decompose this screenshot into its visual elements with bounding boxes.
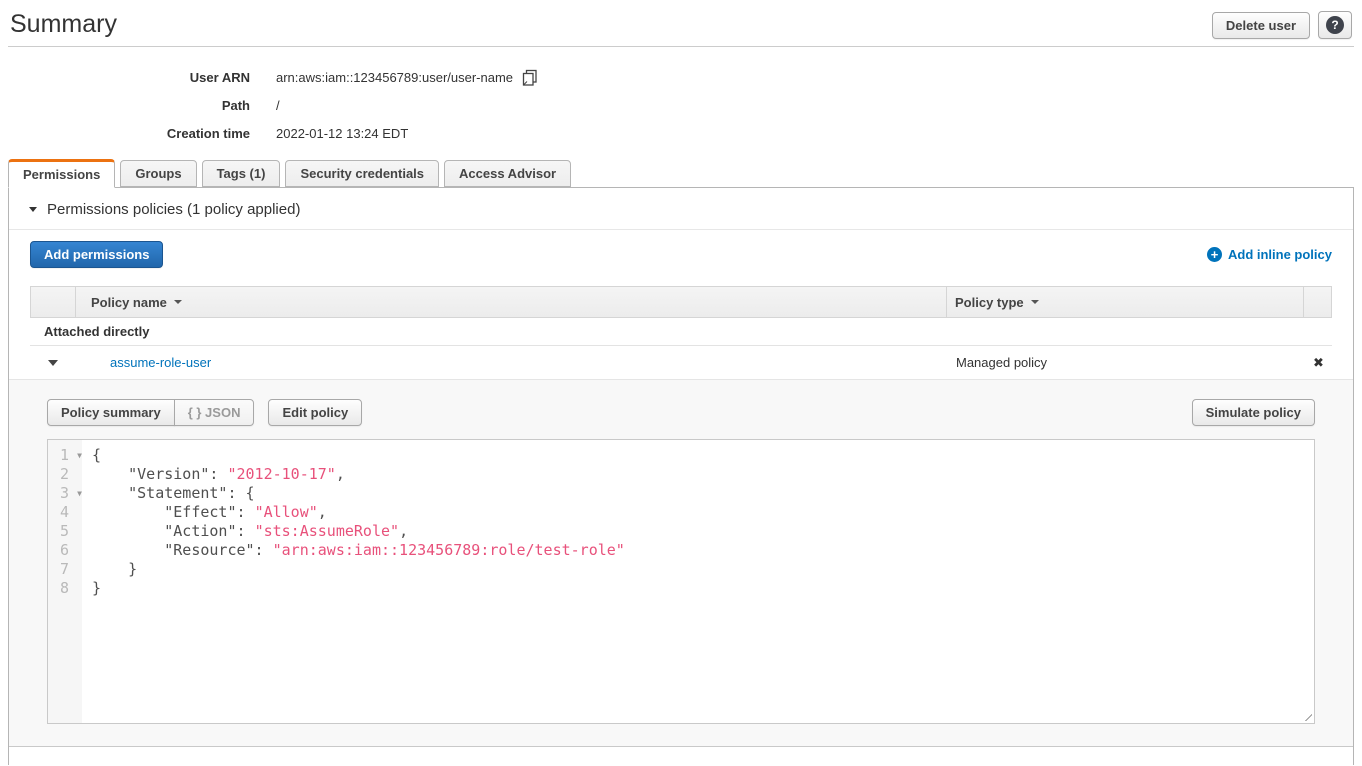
editor-line-number: 8 — [48, 579, 82, 598]
editor-line-number: 6 — [48, 541, 82, 560]
fold-toggle-icon[interactable]: ▼ — [77, 484, 82, 503]
sort-caret-icon — [174, 300, 182, 304]
editor-code-area[interactable]: { "Version": "2012-10-17", "Statement": … — [82, 440, 1314, 723]
header-actions: Delete user ? — [1212, 11, 1352, 39]
editor-line-number: 5 — [48, 522, 82, 541]
help-button[interactable]: ? — [1318, 11, 1352, 39]
add-inline-policy-link[interactable]: + Add inline policy — [1207, 247, 1332, 262]
permissions-tab-panel: Permissions policies (1 policy applied) … — [8, 187, 1354, 765]
editor-line-number: 3▼ — [48, 484, 82, 503]
creation-time-value: 2022-01-12 13:24 EDT — [276, 126, 408, 141]
editor-code-line[interactable]: "Resource": "arn:aws:iam::123456789:role… — [92, 541, 1314, 560]
policy-name-header-label: Policy name — [91, 295, 167, 310]
policy-type-value: Managed policy — [948, 355, 1305, 370]
editor-code-line[interactable]: "Effect": "Allow", — [92, 503, 1314, 522]
editor-code-line[interactable]: "Statement": { — [92, 484, 1314, 503]
user-arn-label: User ARN — [0, 70, 250, 85]
path-value: / — [276, 98, 280, 113]
editor-line-number: 4 — [48, 503, 82, 522]
tab-access-advisor[interactable]: Access Advisor — [444, 160, 571, 187]
tab-tags[interactable]: Tags (1) — [202, 160, 281, 187]
fold-toggle-icon[interactable]: ▼ — [77, 446, 82, 465]
user-details: User ARN arn:aws:iam::123456789:user/use… — [0, 63, 1362, 147]
policy-row: assume-role-user Managed policy ✖ — [30, 346, 1332, 379]
policy-type-column-header[interactable]: Policy type — [947, 287, 1304, 317]
group-header-label: Attached directly — [44, 324, 149, 339]
policy-view-button-group: Policy summary { } JSON — [47, 399, 254, 426]
tab-security-credentials[interactable]: Security credentials — [285, 160, 439, 187]
page-title: Summary — [8, 0, 119, 39]
delete-user-button[interactable]: Delete user — [1212, 12, 1310, 39]
policy-name-column-header[interactable]: Policy name — [76, 287, 947, 317]
tab-groups[interactable]: Groups — [120, 160, 196, 187]
editor-line-number: 1▼ — [48, 446, 82, 465]
path-label: Path — [0, 98, 250, 113]
editor-line-number: 7 — [48, 560, 82, 579]
editor-code-line[interactable]: "Action": "sts:AssumeRole", — [92, 522, 1314, 541]
editor-gutter: 1▼23▼45678 — [48, 440, 82, 723]
policy-summary-button[interactable]: Policy summary — [47, 399, 175, 426]
sort-caret-icon — [1031, 300, 1039, 304]
collapse-policy-icon[interactable] — [48, 360, 58, 366]
editor-code-line[interactable]: } — [92, 579, 1314, 598]
policy-name-link[interactable]: assume-role-user — [110, 355, 211, 370]
policy-type-header-label: Policy type — [955, 295, 1024, 310]
collapse-section-icon — [29, 207, 37, 212]
permissions-policies-heading: Permissions policies (1 policy applied) — [47, 201, 300, 218]
action-column-header — [1304, 287, 1331, 317]
permissions-policies-section-toggle[interactable]: Permissions policies (1 policy applied) — [9, 188, 1353, 230]
policy-table-header: Policy name Policy type — [30, 286, 1332, 318]
policy-detail-panel: Policy summary { } JSON Edit policy Simu… — [9, 379, 1353, 747]
copy-icon[interactable] — [522, 69, 538, 86]
detach-policy-icon[interactable]: ✖ — [1313, 355, 1324, 370]
json-view-button[interactable]: { } JSON — [174, 399, 255, 426]
attached-directly-group-row: Attached directly — [30, 318, 1332, 346]
editor-code-line[interactable]: { — [92, 446, 1314, 465]
policy-detail-toolbar: Policy summary { } JSON Edit policy Simu… — [47, 399, 1315, 426]
help-icon: ? — [1326, 16, 1344, 34]
policy-table: Policy name Policy type Attached directl… — [30, 286, 1332, 379]
expand-column-header — [31, 287, 76, 317]
user-arn-row: User ARN arn:aws:iam::123456789:user/use… — [0, 63, 1362, 91]
add-inline-policy-label: Add inline policy — [1228, 247, 1332, 262]
tab-permissions[interactable]: Permissions — [8, 159, 115, 188]
simulate-policy-button[interactable]: Simulate policy — [1192, 399, 1315, 426]
editor-line-number: 2 — [48, 465, 82, 484]
tab-bar: Permissions Groups Tags (1) Security cre… — [8, 159, 1362, 187]
page-header: Summary Delete user ? — [8, 0, 1354, 47]
user-arn-value: arn:aws:iam::123456789:user/user-name — [276, 70, 513, 85]
add-permissions-button[interactable]: Add permissions — [30, 241, 163, 268]
editor-code-line[interactable]: "Version": "2012-10-17", — [92, 465, 1314, 484]
plus-circle-icon: + — [1207, 247, 1222, 262]
path-row: Path / — [0, 91, 1362, 119]
creation-time-row: Creation time 2022-01-12 13:24 EDT — [0, 119, 1362, 147]
json-policy-editor[interactable]: 1▼23▼45678 { "Version": "2012-10-17", "S… — [47, 439, 1315, 724]
creation-time-label: Creation time — [0, 126, 250, 141]
editor-code-line[interactable]: } — [92, 560, 1314, 579]
edit-policy-button[interactable]: Edit policy — [268, 399, 362, 426]
policy-toolbar: Add permissions + Add inline policy — [9, 230, 1353, 268]
